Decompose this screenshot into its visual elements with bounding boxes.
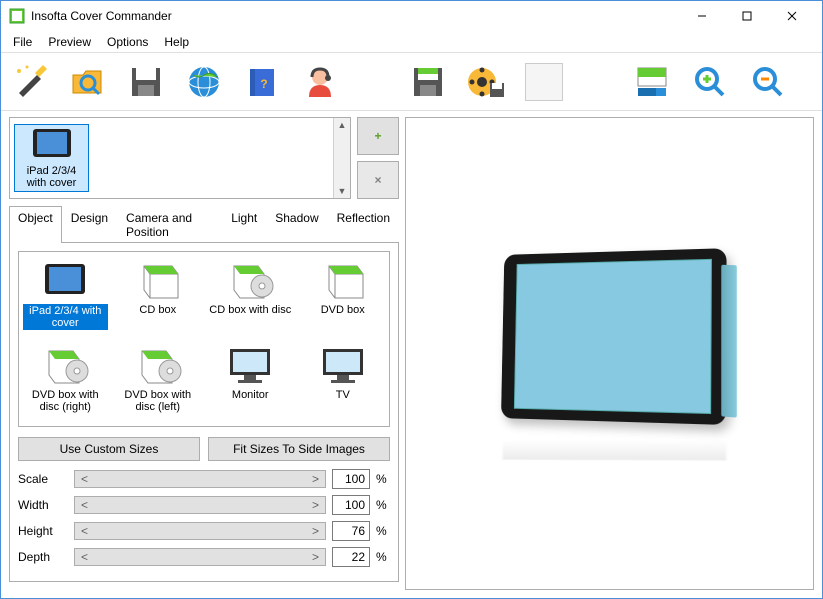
gallery-item[interactable]: TV xyxy=(299,343,388,420)
render-icon[interactable] xyxy=(633,63,671,101)
menubar: File Preview Options Help xyxy=(1,31,822,53)
minimize-button[interactable] xyxy=(679,2,724,30)
gallery-item-label: TV xyxy=(301,389,386,401)
depth-label: Depth xyxy=(18,550,68,564)
width-unit: % xyxy=(376,498,390,512)
depth-slider[interactable]: <> xyxy=(74,548,326,566)
list-scrollbar[interactable]: ▲▼ xyxy=(333,118,350,198)
svg-text:?: ? xyxy=(260,77,267,91)
tabs: Object Design Camera and Position Light … xyxy=(9,205,399,243)
blank-tool[interactable] xyxy=(525,63,563,101)
maximize-button[interactable] xyxy=(724,2,769,30)
gallery-item[interactable]: iPad 2/3/4 with cover xyxy=(21,258,110,337)
height-unit: % xyxy=(376,524,390,538)
wizard-icon[interactable] xyxy=(11,63,49,101)
export-video-icon[interactable] xyxy=(467,63,505,101)
titlebar: Insofta Cover Commander xyxy=(1,1,822,31)
monitor-icon xyxy=(224,345,276,387)
depth-input[interactable] xyxy=(332,547,370,567)
gallery-item-label: DVD box xyxy=(301,304,386,316)
box-disc-icon xyxy=(224,260,276,302)
gallery-item[interactable]: Monitor xyxy=(206,343,295,420)
gallery-item-label: iPad 2/3/4 with cover xyxy=(23,304,108,330)
help-book-icon[interactable]: ? xyxy=(243,63,281,101)
tab-object[interactable]: Object xyxy=(9,206,62,243)
tab-reflection[interactable]: Reflection xyxy=(328,206,399,243)
gallery-item[interactable]: DVD box xyxy=(299,258,388,337)
toolbar: ? xyxy=(1,53,822,111)
width-slider[interactable]: <> xyxy=(74,496,326,514)
fit-sizes-button[interactable]: Fit Sizes To Side Images xyxy=(208,437,390,461)
height-slider[interactable]: <> xyxy=(74,522,326,540)
web-icon[interactable] xyxy=(185,63,223,101)
scale-slider[interactable]: <> xyxy=(74,470,326,488)
gallery-item[interactable]: DVD box with disc (left) xyxy=(114,343,203,420)
ipad-icon xyxy=(27,127,77,163)
gallery-item-label: Monitor xyxy=(208,389,293,401)
selected-object-item[interactable]: iPad 2/3/4 with cover xyxy=(14,124,89,192)
scale-input[interactable] xyxy=(332,469,370,489)
tab-light[interactable]: Light xyxy=(222,206,266,243)
delete-object-button[interactable]: × xyxy=(357,161,399,199)
window-title: Insofta Cover Commander xyxy=(31,9,679,23)
depth-unit: % xyxy=(376,550,390,564)
width-label: Width xyxy=(18,498,68,512)
gallery-item-label: DVD box with disc (right) xyxy=(23,389,108,413)
menu-options[interactable]: Options xyxy=(99,33,156,51)
tab-shadow[interactable]: Shadow xyxy=(266,206,327,243)
open-icon[interactable] xyxy=(69,63,107,101)
box-disc-icon xyxy=(132,345,184,387)
monitor-icon xyxy=(317,345,369,387)
box-disc-icon xyxy=(39,345,91,387)
scale-label: Scale xyxy=(18,472,68,486)
zoom-in-icon[interactable] xyxy=(691,63,729,101)
preview-object xyxy=(495,251,725,475)
app-icon xyxy=(9,8,25,24)
support-icon[interactable] xyxy=(301,63,339,101)
gallery-item[interactable]: DVD box with disc (right) xyxy=(21,343,110,420)
scale-unit: % xyxy=(376,472,390,486)
close-button[interactable] xyxy=(769,2,814,30)
height-input[interactable] xyxy=(332,521,370,541)
selected-object-label: iPad 2/3/4 with cover xyxy=(17,165,86,189)
save-icon[interactable] xyxy=(127,63,165,101)
box-icon xyxy=(317,260,369,302)
use-custom-sizes-button[interactable]: Use Custom Sizes xyxy=(18,437,200,461)
export-image-icon[interactable] xyxy=(409,63,447,101)
add-object-button[interactable]: + xyxy=(357,117,399,155)
object-gallery[interactable]: iPad 2/3/4 with cover CD box CD box with d… xyxy=(18,251,390,427)
gallery-item-label: DVD box with disc (left) xyxy=(116,389,201,413)
gallery-item-label: CD box with disc xyxy=(208,304,293,316)
box-icon xyxy=(132,260,184,302)
gallery-item-label: CD box xyxy=(116,304,201,316)
menu-preview[interactable]: Preview xyxy=(40,33,99,51)
gallery-item[interactable]: CD box with disc xyxy=(206,258,295,337)
ipad-icon xyxy=(39,260,91,302)
zoom-out-icon[interactable] xyxy=(749,63,787,101)
tab-camera[interactable]: Camera and Position xyxy=(117,206,222,243)
preview-pane[interactable] xyxy=(405,117,814,590)
menu-file[interactable]: File xyxy=(5,33,40,51)
tab-design[interactable]: Design xyxy=(62,206,117,243)
gallery-item[interactable]: CD box xyxy=(114,258,203,337)
menu-help[interactable]: Help xyxy=(156,33,197,51)
selected-objects-list[interactable]: iPad 2/3/4 with cover ▲▼ xyxy=(9,117,351,199)
width-input[interactable] xyxy=(332,495,370,515)
height-label: Height xyxy=(18,524,68,538)
